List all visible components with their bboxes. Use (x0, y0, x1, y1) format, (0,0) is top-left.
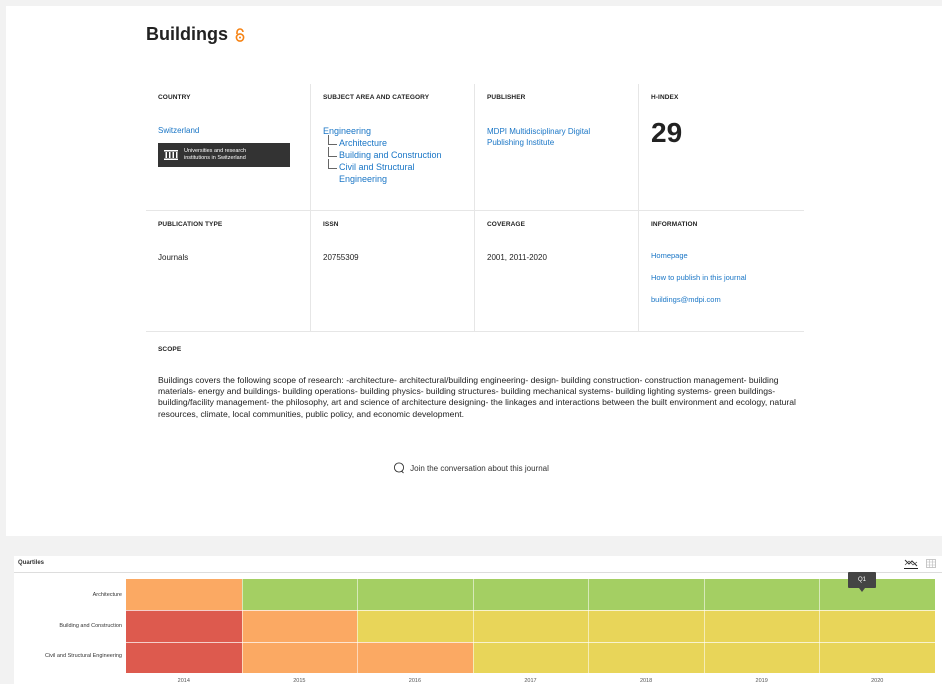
category-building-construction[interactable]: Building and Construction (323, 147, 462, 161)
row-label-architecture: Architecture (92, 592, 122, 598)
institutions-badge[interactable]: Universities and research institutions i… (158, 143, 290, 167)
join-conversation-link[interactable]: Join the conversation about this journal (393, 462, 549, 474)
x-tick-label: 2014 (177, 678, 190, 684)
heatmap-gridline (588, 579, 590, 673)
heatmap-cell[interactable] (819, 641, 936, 674)
heatmap-cell[interactable] (588, 610, 705, 643)
subject-cell: SUBJECT AREA AND CATEGORY Engineering Ar… (310, 84, 474, 210)
heatmap-cell[interactable] (703, 641, 820, 674)
scope-text: Buildings covers the following scope of … (158, 375, 796, 419)
join-text: Join the conversation about this journal (410, 463, 549, 473)
heatmap-cell[interactable] (241, 641, 358, 674)
table-view-icon[interactable] (926, 559, 936, 568)
heatmap-cell[interactable] (703, 610, 820, 643)
x-tick-label: 2020 (871, 678, 884, 684)
category-architecture[interactable]: Architecture (323, 135, 462, 149)
row-label-civil-structural: Civil and Structural Engineering (44, 653, 122, 659)
publisher-link[interactable]: MDPI Multidisciplinary Digital Publishin… (487, 126, 626, 148)
heatmap-cell[interactable] (241, 610, 358, 643)
badge-line-1: Universities and research (184, 148, 247, 154)
pubtype-label: PUBLICATION TYPE (158, 221, 223, 228)
country-cell: COUNTRY Switzerland Universities and res… (146, 84, 310, 210)
heatmap-cell[interactable] (357, 610, 474, 643)
heatmap-cell[interactable] (472, 610, 589, 643)
publisher-label: PUBLISHER (487, 94, 526, 101)
x-tick-label: 2015 (293, 678, 306, 684)
hindex-value: 29 (651, 117, 683, 148)
heatmap-gridline (357, 579, 359, 673)
x-tick-label: 2017 (524, 678, 537, 684)
heatmap-gridline (819, 579, 821, 673)
heatmap-cell[interactable] (703, 579, 820, 611)
category-civil-line2: Engineering (339, 174, 388, 184)
how-to-publish-link[interactable]: How to publish in this journal (651, 267, 790, 289)
heatmap-cell[interactable] (472, 641, 589, 674)
title-block: Buildings (146, 24, 246, 45)
heatmap-gridline (241, 579, 243, 673)
coverage-cell: COVERAGE 2001, 2011-2020 (474, 211, 638, 331)
heatmap-cell[interactable] (588, 579, 705, 611)
hindex-cell: H-INDEX 29 (638, 84, 802, 210)
publisher-line-2: Publishing Institute (487, 138, 555, 147)
comment-icon (394, 462, 405, 474)
heatmap-cell[interactable] (357, 641, 474, 674)
category-civil-structural[interactable]: Civil and Structural Engineering (323, 159, 462, 185)
subject-area-link[interactable]: Engineering (323, 125, 462, 137)
x-tick-label: 2016 (408, 678, 422, 684)
issn-label: ISSN (323, 221, 339, 228)
heatmap-cell[interactable] (472, 579, 589, 611)
chart-view-toggle (904, 558, 936, 569)
heatmap-cell[interactable] (588, 641, 705, 674)
pubtype-value: Journals (158, 253, 189, 262)
quartiles-chart: Quartiles Architecture Building and Cons… (14, 556, 942, 684)
scope-label: SCOPE (158, 346, 182, 353)
email-link[interactable]: buildings@mdpi.com (651, 289, 790, 311)
open-access-icon (235, 27, 245, 42)
country-label: COUNTRY (158, 94, 191, 101)
x-tick-label: 2019 (755, 678, 768, 684)
publisher-line-1: MDPI Multidisciplinary Digital (487, 127, 591, 136)
heatmap-gridline (126, 641, 935, 643)
coverage-value: 2001, 2011-2020 (487, 253, 547, 262)
homepage-link[interactable]: Homepage (651, 245, 790, 267)
heatmap-cell[interactable] (126, 579, 243, 611)
information-cell: INFORMATION Homepage How to publish in t… (638, 211, 802, 331)
category-civil-line1: Civil and Structural (339, 162, 415, 172)
heatmap-gridline (126, 610, 935, 612)
join-conversation: Join the conversation about this journal (0, 462, 942, 476)
chart-divider (14, 572, 942, 573)
journal-title: Buildings (146, 24, 228, 44)
pubtype-cell: PUBLICATION TYPE Journals (146, 211, 310, 331)
badge-line-2: institutions in Switzerland (184, 155, 246, 161)
country-link[interactable]: Switzerland (158, 126, 298, 135)
issn-value: 20755309 (323, 253, 359, 262)
issn-cell: ISSN 20755309 (310, 211, 474, 331)
heatmap-cell[interactable] (819, 610, 936, 643)
quartiles-title: Quartiles (18, 560, 45, 566)
hindex-label: H-INDEX (651, 94, 679, 101)
publisher-cell: PUBLISHER MDPI Multidisciplinary Digital… (474, 84, 638, 210)
information-label: INFORMATION (651, 221, 698, 228)
heatmap-gridline (703, 579, 705, 673)
quartile-tooltip: Q1 (848, 572, 876, 592)
institution-icon (164, 150, 178, 160)
x-tick-label: 2018 (639, 678, 653, 684)
line-chart-icon[interactable] (904, 558, 918, 569)
heatmap-cell[interactable] (241, 579, 358, 611)
coverage-label: COVERAGE (487, 221, 526, 228)
heatmap-gridline (472, 579, 474, 673)
heatmap-cell[interactable] (357, 579, 474, 611)
scope-section: SCOPE Buildings covers the following sco… (158, 346, 798, 420)
heatmap-cell[interactable] (126, 610, 243, 643)
quartile-heatmap (126, 579, 936, 674)
heatmap-cell[interactable] (126, 641, 243, 674)
journal-info-grid: COUNTRY Switzerland Universities and res… (146, 84, 804, 332)
row-label-building-construction: Building and Construction (59, 623, 122, 629)
heatmap-cell[interactable] (819, 579, 936, 611)
subject-label: SUBJECT AREA AND CATEGORY (323, 94, 430, 101)
